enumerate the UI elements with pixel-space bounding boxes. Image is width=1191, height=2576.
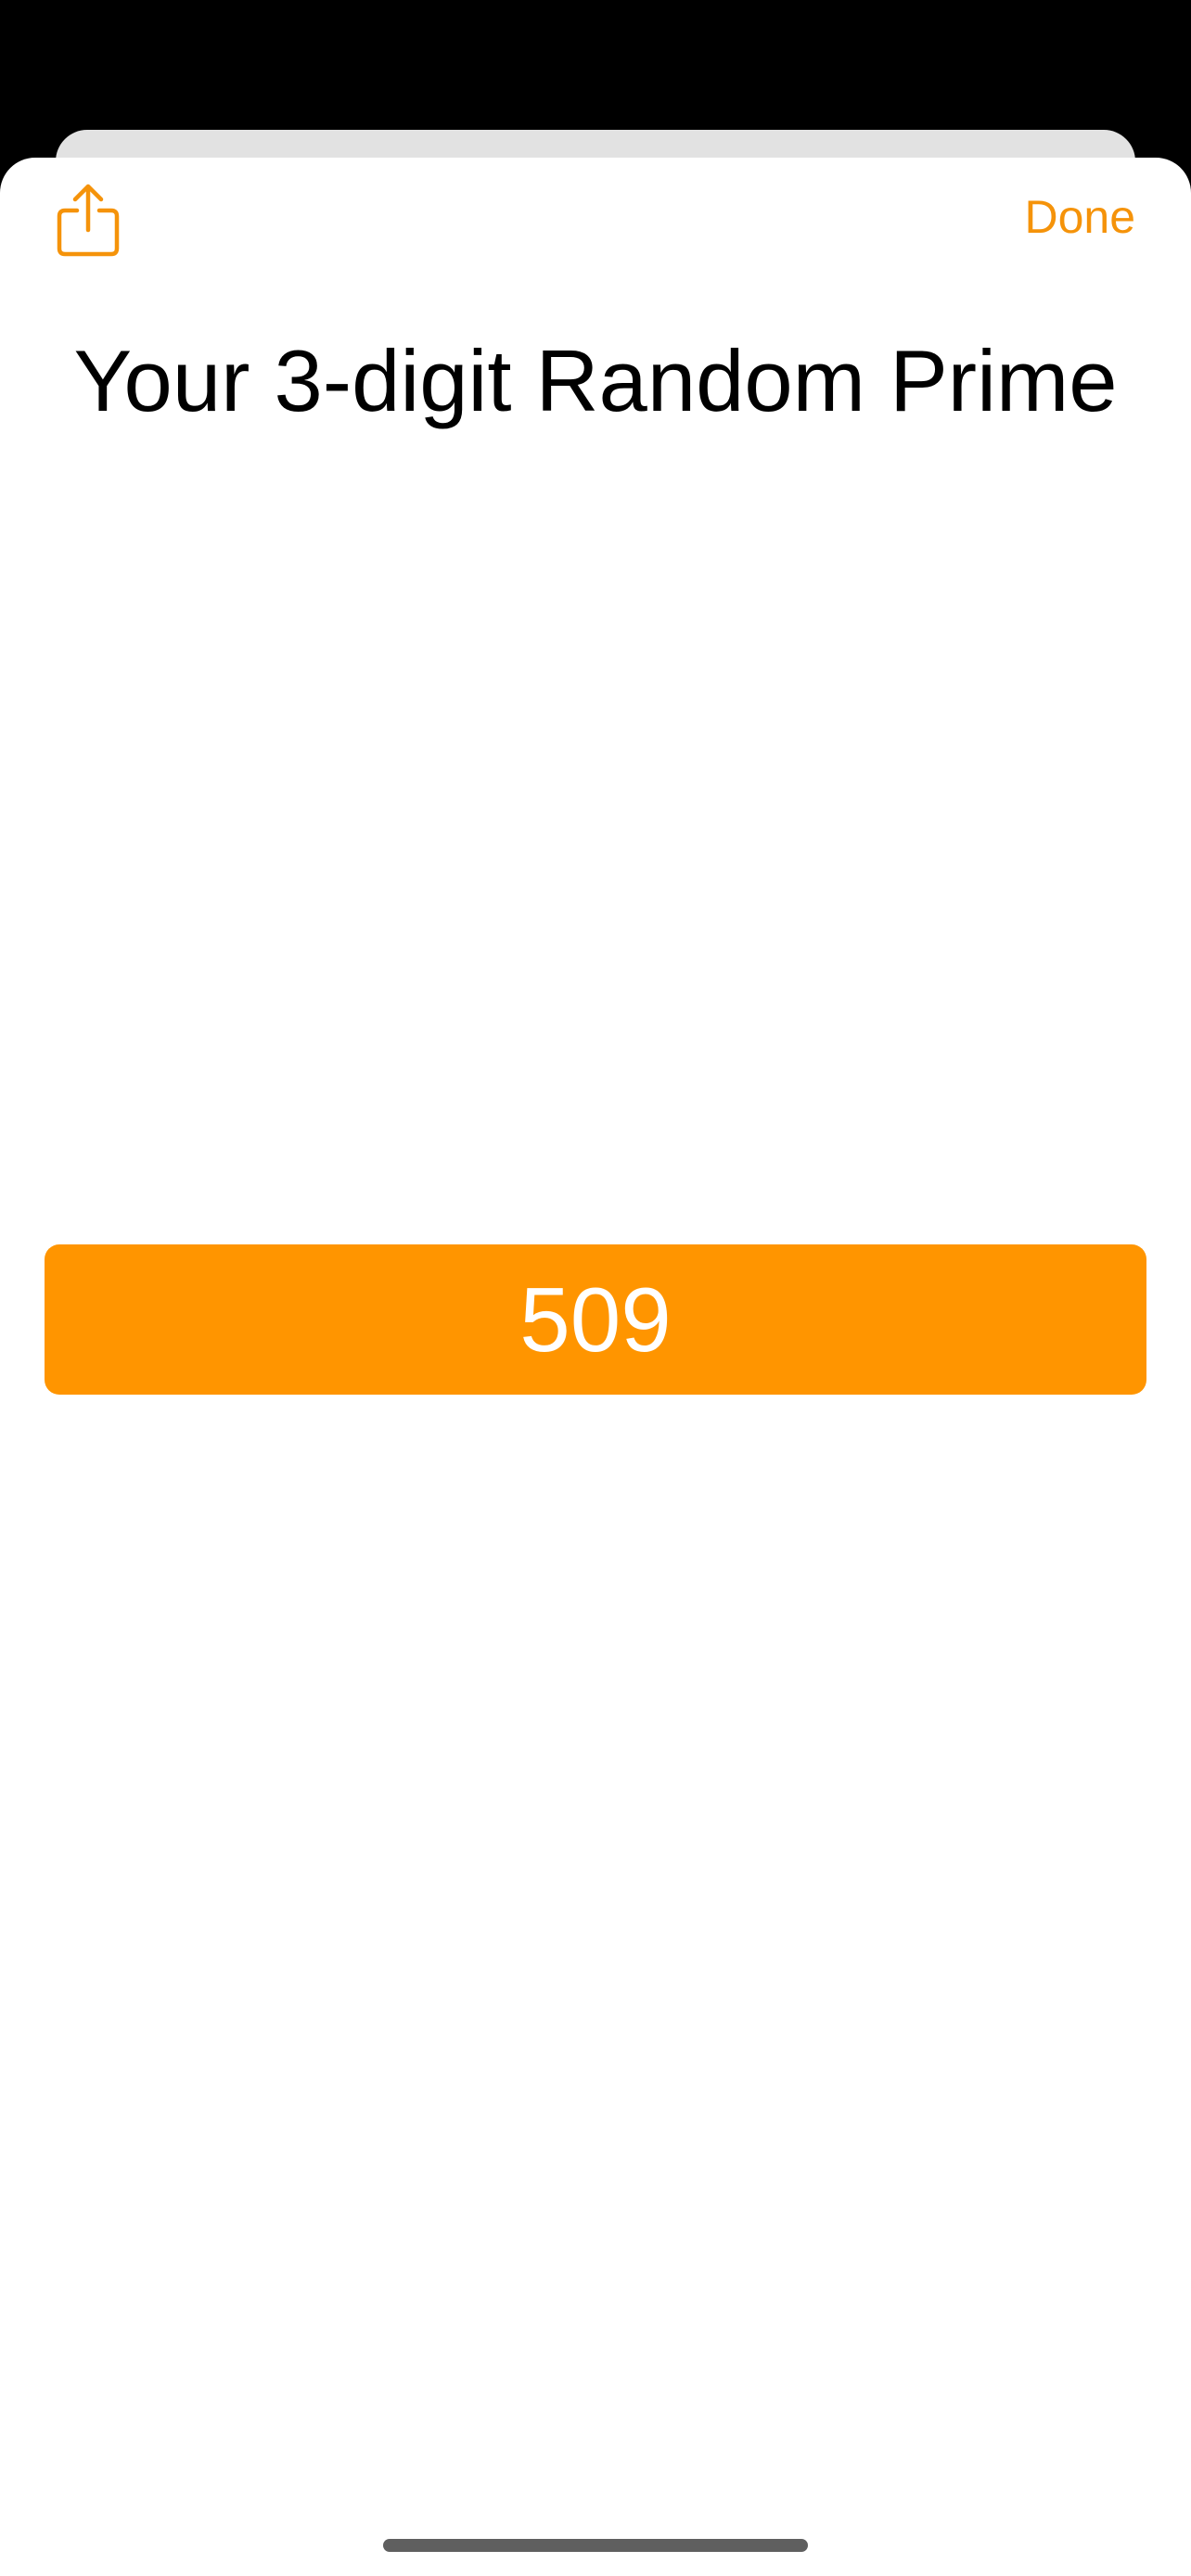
prime-result-box: 509 [45,1244,1146,1395]
home-indicator[interactable] [383,2539,808,2552]
done-button[interactable]: Done [1024,189,1135,245]
page-title: Your 3-digit Random Prime [73,332,1118,429]
share-button[interactable] [56,182,121,260]
modal-sheet: Done Your 3-digit Random Prime 509 [0,158,1191,2576]
share-icon [57,184,120,257]
prime-result-value: 509 [519,1269,672,1371]
